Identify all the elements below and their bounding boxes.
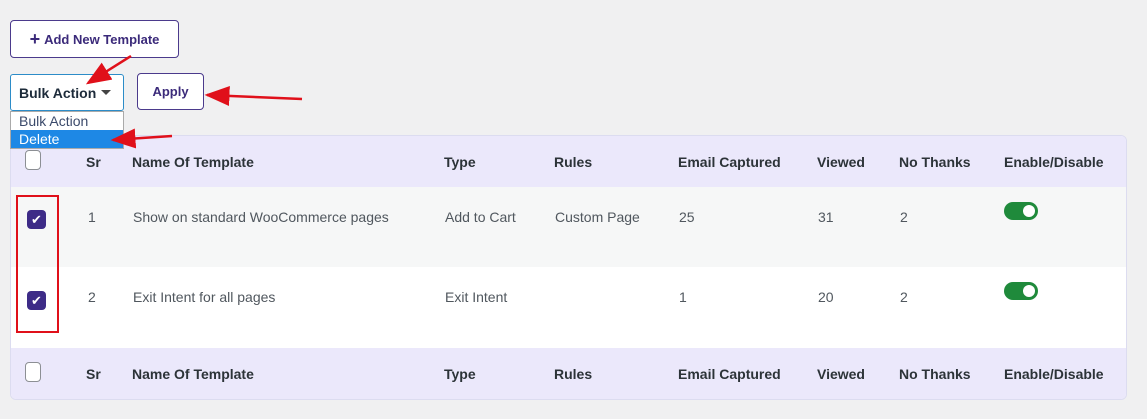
row-no-thanks: 2 xyxy=(900,209,908,225)
row-sr: 1 xyxy=(88,209,96,225)
bulk-action-select[interactable]: Bulk Action xyxy=(10,74,124,111)
row-email-captured: 25 xyxy=(679,209,695,225)
row-no-thanks: 2 xyxy=(900,289,908,305)
plus-icon: + xyxy=(29,29,41,49)
dropdown-option-bulk-action[interactable]: Bulk Action xyxy=(11,112,123,130)
column-footer-no-thanks: No Thanks xyxy=(899,366,971,382)
column-footer-name: Name Of Template xyxy=(132,366,254,382)
row-type: Exit Intent xyxy=(445,289,508,305)
column-header-rules: Rules xyxy=(554,154,593,170)
dropdown-option-delete[interactable]: Delete xyxy=(11,130,123,148)
apply-button[interactable]: Apply xyxy=(137,73,204,110)
table-row: ✔ 2 Exit Intent for all pages Exit Inten… xyxy=(11,267,1126,348)
column-header-no-thanks: No Thanks xyxy=(899,154,971,170)
column-footer-enable-disable: Enable/Disable xyxy=(1004,366,1104,382)
column-header-viewed: Viewed xyxy=(817,154,865,170)
column-footer-rules: Rules xyxy=(554,366,593,382)
enable-toggle[interactable] xyxy=(1004,282,1038,300)
annotation-highlight-box xyxy=(16,195,59,333)
table-row: ✔ 1 Show on standard WooCommerce pages A… xyxy=(11,187,1126,267)
add-new-template-button[interactable]: + Add New Template xyxy=(10,20,179,58)
apply-label: Apply xyxy=(152,84,189,99)
column-header-sr: Sr xyxy=(86,154,101,170)
table-footer-row: Sr Name Of Template Type Rules Email Cap… xyxy=(11,348,1126,399)
row-viewed: 20 xyxy=(818,289,834,305)
select-all-checkbox-footer[interactable] xyxy=(25,362,41,382)
caret-down-icon xyxy=(101,90,112,95)
toggle-knob xyxy=(1023,285,1035,297)
column-header-enable-disable: Enable/Disable xyxy=(1004,154,1104,170)
row-email-captured: 1 xyxy=(679,289,687,305)
bulk-action-selected-value: Bulk Action xyxy=(19,84,97,101)
row-name: Show on standard WooCommerce pages xyxy=(133,209,389,225)
bulk-action-dropdown: Bulk Action Delete xyxy=(10,111,124,149)
toggle-knob xyxy=(1023,205,1035,217)
row-name: Exit Intent for all pages xyxy=(133,289,276,305)
table-header-row: Sr Name Of Template Type Rules Email Cap… xyxy=(11,136,1126,187)
add-new-template-label: Add New Template xyxy=(44,31,160,47)
templates-table: Sr Name Of Template Type Rules Email Cap… xyxy=(10,135,1127,400)
column-header-email-captured: Email Captured xyxy=(678,154,781,170)
column-footer-email-captured: Email Captured xyxy=(678,366,781,382)
column-footer-type: Type xyxy=(444,366,476,382)
arrow-to-apply xyxy=(204,85,303,106)
row-viewed: 31 xyxy=(818,209,834,225)
row-sr: 2 xyxy=(88,289,96,305)
select-all-checkbox[interactable] xyxy=(25,150,41,170)
column-header-name: Name Of Template xyxy=(132,154,254,170)
enable-toggle[interactable] xyxy=(1004,202,1038,220)
column-header-type: Type xyxy=(444,154,476,170)
row-type: Add to Cart xyxy=(445,209,516,225)
column-footer-sr: Sr xyxy=(86,366,101,382)
column-footer-viewed: Viewed xyxy=(817,366,865,382)
row-rules: Custom Page xyxy=(555,209,640,225)
